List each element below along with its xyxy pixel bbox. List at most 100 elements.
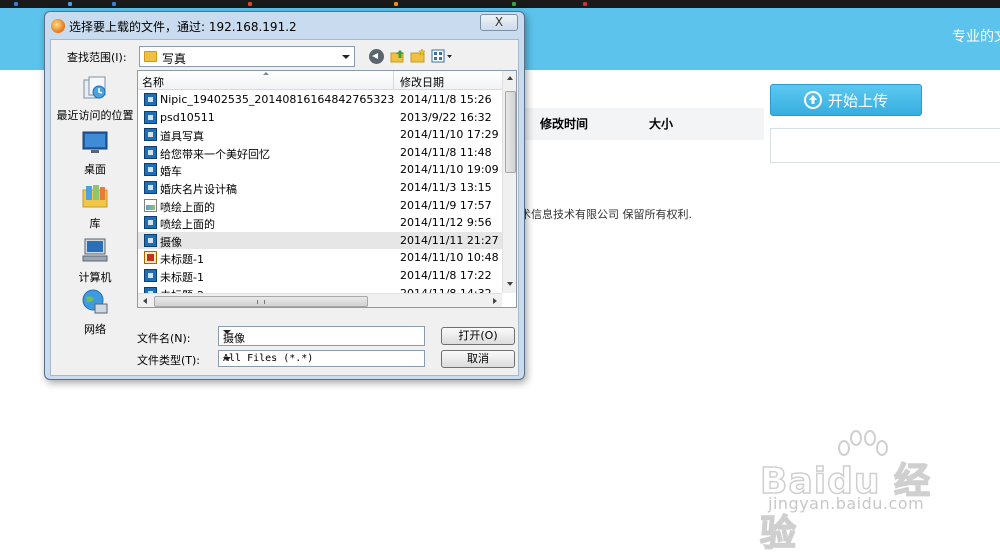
- file-name: 未标题-1: [160, 271, 204, 284]
- view-menu-icon[interactable]: [431, 48, 453, 64]
- column-divider[interactable]: [393, 71, 394, 90]
- lookin-dropdown[interactable]: 写真: [139, 46, 355, 67]
- network-icon: [82, 289, 108, 314]
- lookin-label: 查找范围(I):: [67, 51, 127, 64]
- file-row[interactable]: 道具写真 2014/11/10 17:29: [138, 126, 502, 144]
- dialog-title: 选择要上载的文件，通过: 192.168.191.2: [69, 20, 297, 34]
- file-name: 道具写真: [160, 130, 204, 144]
- file-row[interactable]: 喷绘上面的 2014/11/9 17:57: [138, 197, 502, 215]
- psd-file-icon: [144, 181, 157, 194]
- file-modified: 2014/11/8 11:48: [400, 145, 492, 159]
- filetype-dropdown[interactable]: All Files (*.*): [218, 350, 425, 367]
- file-name: psd10511: [160, 110, 215, 124]
- back-icon[interactable]: [369, 49, 384, 64]
- psd-file-icon: [144, 233, 157, 247]
- file-open-dialog: 选择要上载的文件，通过: 192.168.191.2 X 查找范围(I): 写真: [44, 11, 525, 380]
- horizontal-scrollbar[interactable]: [138, 293, 502, 307]
- app-icon: [51, 19, 65, 33]
- file-modified: 2014/11/10 19:09: [400, 163, 499, 177]
- filetype-value: All Files (*.*): [223, 353, 314, 364]
- file-modified: 2014/11/9 17:57: [400, 198, 492, 212]
- place-libraries[interactable]: 库: [55, 182, 135, 231]
- copyright-text: 术信息技术有限公司 保留所有权利.: [520, 208, 692, 221]
- file-list-header: 名称 修改日期: [138, 71, 502, 90]
- psd-file-icon: [144, 145, 157, 159]
- file-row[interactable]: 婚庆名片设计稿 2014/11/3 13:15: [138, 179, 502, 197]
- column-name[interactable]: 名称: [142, 74, 164, 90]
- column-size: 大小: [649, 117, 674, 131]
- open-button[interactable]: 打开(O): [441, 327, 515, 345]
- places-bar: 最近访问的位置 桌面 库 计算机 网络: [55, 70, 135, 370]
- scroll-up-icon[interactable]: [507, 76, 513, 80]
- scroll-thumb[interactable]: [505, 91, 516, 173]
- new-folder-icon[interactable]: [410, 48, 426, 64]
- vertical-scrollbar[interactable]: [502, 71, 516, 293]
- cancel-button[interactable]: 取消: [441, 350, 515, 368]
- chevron-down-icon: [223, 357, 231, 361]
- chevron-down-icon[interactable]: [223, 330, 231, 334]
- start-upload-label: 开始上传: [827, 91, 888, 110]
- taskbar-icon: [112, 2, 116, 6]
- file-name: 喷绘上面的: [160, 218, 215, 232]
- image-file-icon: [144, 198, 157, 212]
- file-modified: 2014/11/11 21:27: [400, 233, 499, 247]
- place-computer[interactable]: 计算机: [55, 236, 135, 285]
- folder-icon: [144, 51, 157, 62]
- sort-ascending-icon: [263, 72, 269, 75]
- banner-slogan: 专业的文: [952, 29, 1000, 45]
- place-label: 桌面: [84, 163, 106, 176]
- taskbar-icon: [394, 2, 398, 6]
- psd-file-icon: [144, 110, 157, 124]
- file-name: 未标题-1: [160, 253, 204, 267]
- file-row[interactable]: Nipic_19402535_20140816164842765323 2014/…: [138, 91, 502, 109]
- file-list[interactable]: 名称 修改日期 Nipic_19402535_20140816164842765…: [137, 70, 517, 308]
- place-network[interactable]: 网络: [55, 288, 135, 337]
- file-modified: 2013/9/22 16:32: [400, 110, 492, 124]
- file-name: Nipic_19402535_20140816164842765323: [160, 93, 395, 106]
- file-row[interactable]: 婚车 2014/11/10 19:09: [138, 161, 502, 179]
- file-row[interactable]: 给您带来一个美好回忆 2014/11/8 11:48: [138, 144, 502, 162]
- taskbar-icon: [248, 2, 252, 6]
- file-name: 喷绘上面的: [160, 200, 215, 214]
- browser-top-strip: [0, 0, 1000, 8]
- filename-label: 文件名(N):: [137, 332, 191, 345]
- file-row[interactable]: psd10511 2013/9/22 16:32: [138, 109, 502, 127]
- file-modified: 2014/11/12 9:56: [400, 216, 492, 230]
- up-folder-icon[interactable]: [390, 48, 406, 64]
- file-row[interactable]: 未标题-1 2014/11/8 17:22: [138, 267, 502, 285]
- ai-file-icon: [144, 251, 157, 265]
- psd-file-icon: [144, 128, 157, 142]
- file-name: 婚车: [160, 165, 182, 179]
- start-upload-button[interactable]: 开始上传: [770, 84, 922, 116]
- desktop-icon: [82, 131, 108, 153]
- dialog-body: 查找范围(I): 写真 最近访问的位置 桌面 库 计算机 网络 名称 修改日期 …: [50, 39, 519, 376]
- file-name: 给您带来一个美好回忆: [160, 147, 270, 161]
- filename-input[interactable]: 摄像: [218, 326, 425, 346]
- taskbar-icon: [68, 2, 72, 6]
- place-label: 计算机: [78, 271, 112, 284]
- upload-status-box: [770, 128, 1000, 163]
- psd-file-icon: [144, 216, 157, 230]
- grip-icon: [257, 300, 265, 304]
- file-modified: 2014/11/3 13:15: [400, 181, 492, 194]
- file-modified: 2014/11/8 17:22: [400, 269, 492, 282]
- dialog-titlebar[interactable]: 选择要上载的文件，通过: 192.168.191.2 X: [45, 12, 524, 38]
- column-modified-date[interactable]: 修改日期: [400, 74, 444, 90]
- watermark-url: jingyan.baidu.com: [768, 494, 925, 513]
- place-desktop[interactable]: 桌面: [55, 128, 135, 177]
- computer-icon: [82, 238, 108, 262]
- place-label: 最近访问的位置: [56, 109, 134, 122]
- file-row[interactable]: 摄像 2014/11/11 21:27: [138, 231, 502, 250]
- file-name: 摄像: [160, 235, 182, 249]
- baidu-jingyan-watermark: Baidu 经验 jingyan.baidu.com: [759, 430, 960, 555]
- scroll-left-icon[interactable]: [143, 298, 147, 304]
- close-button[interactable]: X: [480, 14, 518, 31]
- scroll-thumb[interactable]: [154, 296, 368, 307]
- filetype-label: 文件类型(T):: [137, 354, 201, 367]
- file-row[interactable]: 未标题-1 2014/11/10 10:48: [138, 249, 502, 267]
- place-recent[interactable]: 最近访问的位置: [55, 74, 135, 123]
- scroll-right-icon[interactable]: [493, 298, 497, 304]
- libraries-icon: [82, 185, 108, 208]
- file-row[interactable]: 喷绘上面的 2014/11/12 9:56: [138, 214, 502, 232]
- scroll-down-icon[interactable]: [507, 282, 513, 286]
